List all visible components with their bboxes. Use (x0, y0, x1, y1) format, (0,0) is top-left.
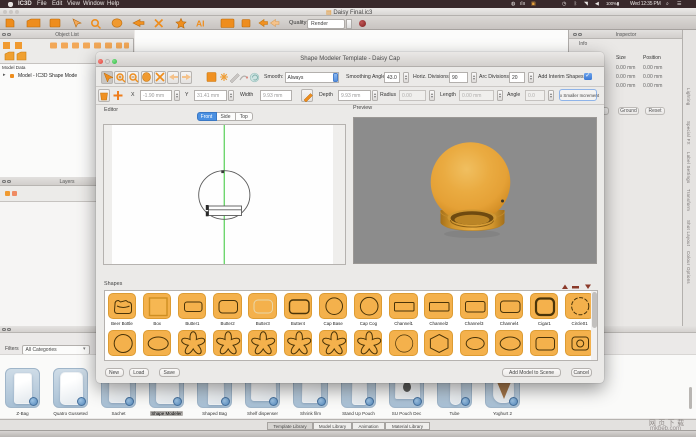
svg-text:AI: AI (196, 19, 205, 29)
